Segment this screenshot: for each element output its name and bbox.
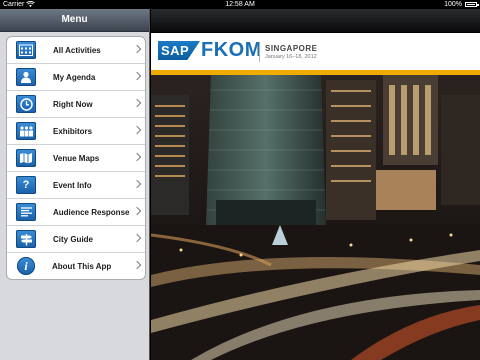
menu-label: Exhibitors	[53, 126, 93, 136]
event-banner: SAP FKOM SINGAPORE January 16–18, 2012	[151, 33, 480, 70]
chevron-right-icon	[132, 71, 142, 81]
menu-label: Event Info	[53, 180, 92, 190]
chevron-right-icon	[132, 179, 142, 189]
question-icon: ?	[16, 176, 36, 194]
menu-label: Venue Maps	[53, 153, 100, 163]
city-photo	[151, 75, 480, 360]
menu-label: City Guide	[53, 234, 94, 244]
sap-logo: SAP	[158, 41, 200, 60]
battery-percentage: 100%	[444, 1, 462, 8]
battery-level	[467, 4, 475, 5]
chevron-right-icon	[132, 152, 142, 162]
menu-label: About This App	[52, 261, 112, 271]
signpost-icon	[16, 230, 36, 248]
chevron-right-icon	[132, 98, 142, 108]
banner-divider	[259, 42, 260, 62]
menu-item-venue-maps[interactable]: Venue Maps	[7, 145, 145, 172]
menu-item-right-now[interactable]: Right Now	[7, 91, 145, 118]
calendar-icon	[16, 41, 36, 59]
menu-list: All Activities My Agenda Right Now Exhib…	[6, 36, 146, 280]
menu-label: All Activities	[53, 45, 101, 55]
sidebar: Menu All Activities My Agenda Right Now	[0, 9, 150, 360]
event-name: FKOM	[201, 39, 262, 61]
menu-label: My Agenda	[53, 72, 96, 82]
clock-icon	[16, 95, 36, 113]
menu-item-about-this-app[interactable]: i About This App	[7, 253, 145, 279]
document-icon	[16, 203, 36, 221]
city-night-image	[151, 75, 480, 360]
status-bar: Carrier 12:58 AM 100%	[0, 0, 480, 9]
battery-icon	[465, 2, 479, 7]
menu-label: Audience Response	[53, 207, 130, 217]
clock-label: 12:58 AM	[225, 1, 255, 8]
sidebar-title: Menu	[0, 9, 149, 32]
menu-item-audience-response[interactable]: Audience Response	[7, 199, 145, 226]
event-dates: January 16–18, 2012	[265, 54, 317, 60]
chevron-right-icon	[132, 44, 142, 54]
chevron-right-icon	[132, 206, 142, 216]
menu-item-event-info[interactable]: ? Event Info	[7, 172, 145, 199]
map-icon	[16, 149, 36, 167]
chevron-right-icon	[132, 260, 142, 270]
exhibitors-icon	[16, 122, 36, 140]
menu-item-exhibitors[interactable]: Exhibitors	[7, 118, 145, 145]
chevron-right-icon	[132, 233, 142, 243]
event-city: SINGAPORE	[265, 44, 318, 53]
info-icon: i	[17, 257, 35, 275]
menu-item-city-guide[interactable]: City Guide	[7, 226, 145, 253]
menu-item-all-activities[interactable]: All Activities	[7, 37, 145, 64]
main-content: SAP FKOM SINGAPORE January 16–18, 2012	[151, 9, 480, 360]
chevron-right-icon	[132, 125, 142, 135]
person-icon	[16, 68, 36, 86]
menu-item-my-agenda[interactable]: My Agenda	[7, 64, 145, 91]
navigation-bar	[151, 9, 480, 33]
menu-label: Right Now	[53, 99, 93, 109]
